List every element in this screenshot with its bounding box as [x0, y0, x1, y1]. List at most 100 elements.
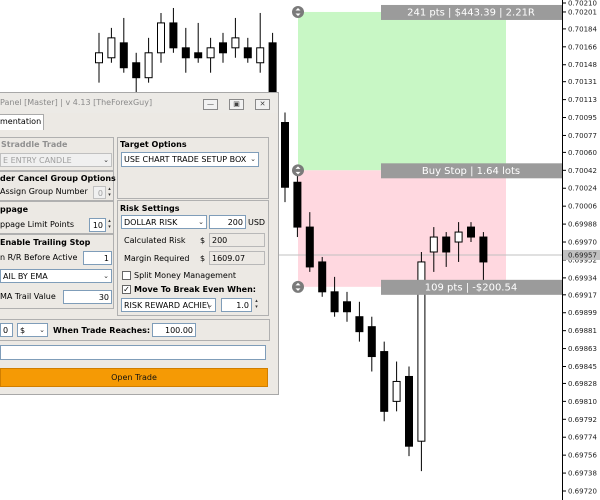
break-even-spinner[interactable]: ▴ ▾: [253, 298, 260, 311]
bear-candle: [293, 181, 302, 228]
margin-required-label: Margin Required: [124, 254, 190, 263]
straddle-select[interactable]: E ENTRY CANDLE ⌄: [0, 153, 112, 167]
break-even-value-field[interactable]: 1.0: [221, 298, 252, 312]
bull-candle: [454, 231, 463, 243]
bull-candle: [256, 47, 265, 64]
price-axis-label: 0.70148: [568, 61, 597, 69]
slippage-label: ppage Limit Points: [0, 220, 75, 229]
rr-before-active-field[interactable]: 1: [83, 251, 112, 265]
maximize-button[interactable]: ▣: [229, 99, 244, 110]
bear-candle: [194, 52, 203, 59]
current-price-label: 0.69957: [568, 251, 597, 259]
bull-candle: [206, 47, 215, 59]
risk-amount-field[interactable]: 200: [209, 215, 246, 229]
chevron-down-icon: ⌄: [198, 218, 204, 226]
straddle-group: Straddle Trade E ENTRY CANDLE ⌄: [0, 137, 114, 171]
target-select-value: USE CHART TRADE SETUP BOX: [124, 155, 247, 164]
trailing-stop-title: Enable Trailing Stop: [0, 238, 91, 247]
target-options-group: Target Options USE CHART TRADE SETUP BOX…: [117, 137, 269, 199]
price-axis-label: 0.70095: [568, 114, 597, 122]
drag-handle-icon[interactable]: [292, 164, 304, 177]
bull-candle: [231, 37, 240, 49]
entry-label: Buy Stop | 1.64 lots: [422, 166, 520, 177]
price-axis-label: 0.69738: [568, 470, 597, 478]
price-axis-label: 0.69863: [568, 345, 597, 353]
risk-unit: USD: [248, 218, 266, 227]
chevron-down-icon: ⌄: [39, 326, 45, 334]
target-options-title: Target Options: [120, 140, 187, 149]
target-select[interactable]: USE CHART TRADE SETUP BOX ⌄: [121, 152, 259, 167]
straddle-title: Straddle Trade: [1, 140, 68, 149]
split-money-checkbox[interactable]: [122, 271, 131, 280]
calculated-risk-value: 200: [209, 233, 265, 247]
bottom-number-field[interactable]: 0: [0, 323, 13, 337]
price-axis-label: 0.70077: [568, 132, 597, 140]
comment-field[interactable]: [0, 345, 266, 360]
chevron-down-icon: ⌄: [207, 301, 213, 309]
trade-reaches-field[interactable]: 100.00: [152, 323, 196, 337]
close-button[interactable]: ✕: [255, 99, 270, 110]
drag-handle-icon[interactable]: [292, 280, 304, 293]
rr-before-active-label: n R/R Before Active: [0, 253, 78, 262]
price-axis-label: 0.70113: [568, 96, 597, 104]
order-cancel-group: der Cancel Group Options Assign Group Nu…: [0, 171, 116, 201]
price-axis-label: 0.70131: [568, 78, 597, 86]
risk-settings-title: Risk Settings: [120, 204, 180, 213]
bear-candle: [119, 42, 128, 69]
bull-candle: [157, 22, 165, 54]
price-axis-label: 0.70201: [568, 8, 597, 16]
bear-candle: [367, 326, 376, 358]
stop-loss-label: 109 pts | -$200.54: [425, 282, 517, 293]
slippage-title: ppage: [0, 205, 29, 214]
bear-candle: [132, 62, 141, 79]
bear-candle: [380, 351, 389, 412]
bear-candle: [405, 375, 413, 447]
ocg-title: der Cancel Group Options: [0, 174, 116, 183]
take-profit-zone[interactable]: [298, 11, 506, 171]
bull-candle: [392, 380, 401, 402]
risk-type-select[interactable]: DOLLAR RISK ⌄: [121, 215, 207, 229]
calculated-risk-label: Calculated Risk: [124, 236, 186, 245]
bear-candle: [479, 236, 488, 263]
price-axis-label: 0.69720: [568, 488, 597, 496]
break-even-label: Move To Break Even When:: [134, 285, 256, 294]
risk-settings-group: Risk Settings DOLLAR RISK ⌄ 200 USD Calc…: [117, 200, 269, 316]
ema-trail-label: MA Trail Value: [0, 292, 56, 301]
tab-implementation[interactable]: mentation: [0, 114, 44, 130]
price-axis-label: 0.69881: [568, 327, 597, 335]
risk-type-value: DOLLAR RISK: [124, 218, 178, 227]
break-even-select[interactable]: RISK REWARD ACHIE\ ⌄: [121, 298, 216, 312]
window-title: Panel [Master] | v 4.13 [TheForexGuy]: [0, 98, 153, 107]
bear-candle: [169, 22, 178, 49]
minimize-button[interactable]: —: [203, 99, 218, 110]
trail-method-select[interactable]: AIL BY EMA ⌄: [0, 269, 112, 283]
bear-candle: [219, 42, 227, 54]
slippage-field[interactable]: 10: [89, 218, 106, 232]
price-axis-label: 0.69810: [568, 398, 597, 406]
assign-group-spinner[interactable]: ▴ ▾: [106, 186, 113, 199]
bear-candle: [343, 301, 351, 313]
bottom-currency-select[interactable]: $ ⌄: [17, 323, 48, 337]
price-axis-label: 0.69792: [568, 416, 597, 424]
bear-candle: [318, 261, 327, 293]
ema-trail-field[interactable]: 30: [63, 290, 112, 304]
window-titlebar[interactable]: Panel [Master] | v 4.13 [TheForexGuy] — …: [0, 93, 278, 113]
margin-required-value: 1609.07: [209, 251, 265, 265]
price-axis-label: 0.69774: [568, 434, 597, 442]
bear-candle: [281, 122, 289, 188]
chevron-down-icon: ⌄: [250, 155, 256, 163]
price-axis-label: 0.69988: [568, 221, 597, 229]
assign-group-field[interactable]: 0: [93, 186, 106, 199]
margin-required-currency: $: [200, 254, 206, 263]
drag-handle-icon[interactable]: [292, 5, 304, 18]
trade-panel-window[interactable]: Panel [Master] | v 4.13 [TheForexGuy] — …: [0, 92, 279, 395]
bear-candle: [467, 226, 475, 238]
slippage-spinner[interactable]: ▴ ▾: [106, 218, 113, 231]
break-even-checkbox[interactable]: ✓: [122, 285, 131, 294]
trade-reaches-group: 0 $ ⌄ When Trade Reaches: $ 100.00: [0, 319, 270, 341]
bottom-currency-value: $: [20, 326, 26, 335]
bear-candle: [355, 316, 364, 333]
trailing-stop-group: Enable Trailing Stop n R/R Before Active…: [0, 234, 114, 309]
open-trade-button[interactable]: Open Trade: [0, 368, 268, 387]
price-axis-label: 0.69917: [568, 291, 597, 299]
